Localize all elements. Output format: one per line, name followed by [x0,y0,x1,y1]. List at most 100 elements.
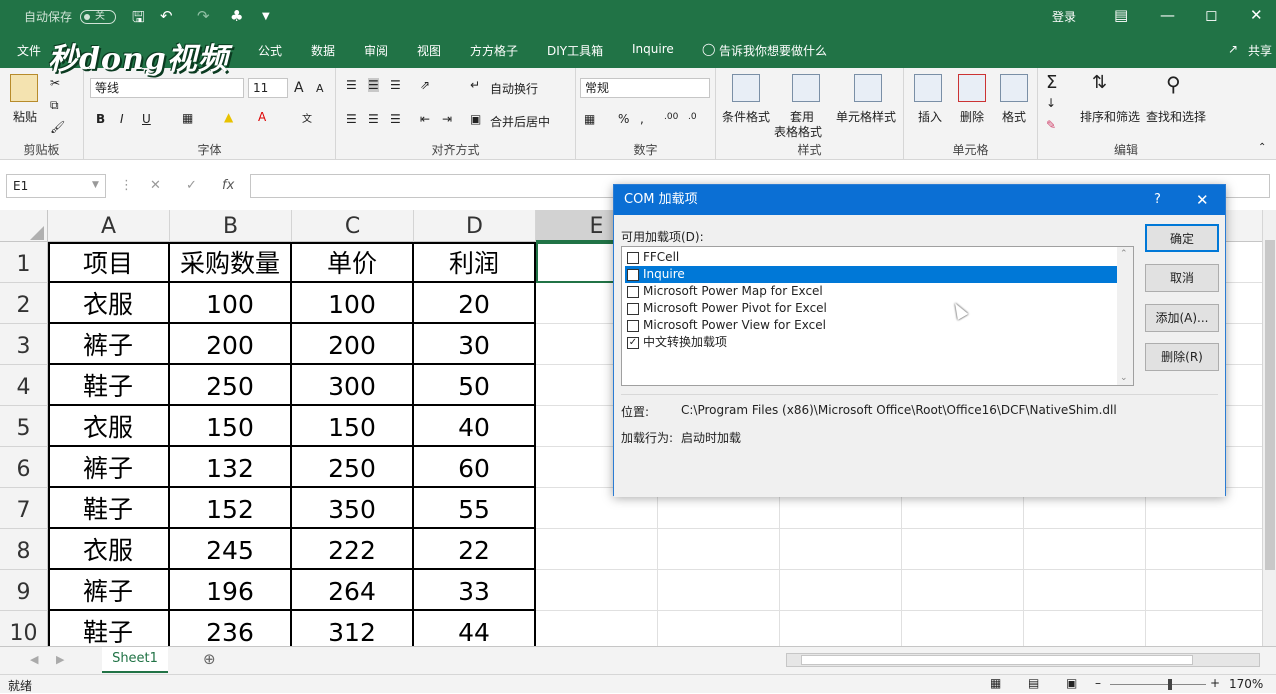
vertical-scrollbar[interactable] [1262,210,1276,646]
addin-checkbox[interactable] [627,303,639,315]
cell-styles-button[interactable]: 单元格样式 [836,108,896,125]
list-scrollbar[interactable]: ⌃ ⌄ [1117,247,1133,385]
collapse-ribbon-icon[interactable]: ⌃ [1258,142,1266,153]
insert-icon[interactable] [914,74,942,102]
underline-button[interactable]: U [142,112,151,126]
table-cell[interactable]: 22 [414,529,536,570]
table-cell[interactable]: 245 [170,529,292,570]
shrink-font-button[interactable]: A [316,82,324,95]
ok-button[interactable]: 确定 [1145,224,1219,252]
tab-inquire[interactable]: Inquire [632,42,674,56]
table-cell[interactable]: 200 [170,324,292,365]
addins-list[interactable]: ⌃ ⌄ FFCell Inquire Microsoft Power Map for… [621,246,1134,386]
cell[interactable] [780,611,902,646]
insert-button[interactable]: 插入 [918,108,942,125]
table-header-cell[interactable]: 利润 [414,242,536,283]
cell[interactable] [902,611,1024,646]
horizontal-scrollbar[interactable] [786,653,1260,667]
row-header-6[interactable]: 6 [0,447,48,488]
row-header-2[interactable]: 2 [0,283,48,324]
cell[interactable] [1146,611,1262,646]
table-cell[interactable]: 222 [292,529,414,570]
cell[interactable] [658,570,780,611]
table-cell[interactable]: 50 [414,365,536,406]
column-header-d[interactable]: D [414,210,536,242]
table-cell[interactable]: 33 [414,570,536,611]
page-layout-icon[interactable]: ▤ [1028,676,1039,690]
select-all-corner[interactable] [0,210,48,242]
tab-review[interactable]: 审阅 [364,42,388,59]
align-left-icon[interactable]: ☰ [346,112,357,126]
delete-icon[interactable] [958,74,986,102]
share-button[interactable]: 共享 [1248,42,1272,59]
redo-icon[interactable]: ↷ [197,7,210,25]
table-format-icon[interactable] [792,74,820,102]
sort-filter-icon[interactable]: ⇅ [1092,72,1107,93]
column-header-b[interactable]: B [170,210,292,242]
addin-item[interactable]: FFCell [625,249,1117,266]
customize-qat-icon[interactable]: ▼ [262,11,270,22]
zoom-in-icon[interactable]: + [1210,676,1220,690]
paste-icon[interactable] [10,74,38,102]
format-icon[interactable] [1000,74,1028,102]
table-cell[interactable]: 150 [170,406,292,447]
table-cell[interactable]: 196 [170,570,292,611]
tab-fangfangegezi[interactable]: 方方格子 [470,42,518,59]
cell[interactable] [902,570,1024,611]
column-header-a[interactable]: A [48,210,170,242]
table-cell[interactable]: 350 [292,488,414,529]
fill-color-icon[interactable]: ▲ [224,110,233,124]
number-format-select[interactable]: 常规 [580,78,710,98]
list-scroll-up-icon[interactable]: ⌃ [1120,249,1128,259]
table-cell[interactable]: 250 [292,447,414,488]
currency-icon[interactable]: ▦ [584,112,595,126]
addin-checkbox[interactable] [627,286,639,298]
next-sheet-icon[interactable]: ▶ [56,653,64,666]
table-cell[interactable]: 鞋子 [48,488,170,529]
table-cell[interactable]: 132 [170,447,292,488]
row-header-4[interactable]: 4 [0,365,48,406]
font-color-icon[interactable]: A [258,110,266,124]
tab-diy-toolbox[interactable]: DIY工具箱 [547,42,603,59]
table-cell[interactable]: 250 [170,365,292,406]
row-header-10[interactable]: 10 [0,611,48,646]
font-size-select[interactable]: 11 [248,78,288,98]
decrease-decimal-icon[interactable]: .0 [688,112,697,122]
name-box[interactable]: E1 [6,174,106,198]
table-cell[interactable]: 裤子 [48,447,170,488]
cell[interactable] [1146,570,1262,611]
zoom-out-icon[interactable]: – [1095,676,1101,690]
comma-icon[interactable]: , [640,112,644,126]
cell[interactable] [658,611,780,646]
grow-font-button[interactable]: A [294,80,304,96]
table-cell[interactable]: 100 [170,283,292,324]
table-cell[interactable]: 312 [292,611,414,646]
copy-icon[interactable]: ⧉ [50,98,59,113]
table-cell[interactable]: 152 [170,488,292,529]
cut-icon[interactable]: ✂ [50,76,60,90]
paste-button[interactable]: 粘贴 [13,108,37,125]
tab-view[interactable]: 视图 [417,42,441,59]
merge-center-button[interactable]: 合并后居中 [490,113,550,130]
clear-icon[interactable]: ✎ [1046,118,1056,132]
table-header-cell[interactable]: 单价 [292,242,414,283]
orientation-icon[interactable]: ⇗ [420,78,430,92]
table-cell[interactable]: 40 [414,406,536,447]
decrease-indent-icon[interactable]: ⇤ [420,112,430,126]
percent-icon[interactable]: % [618,112,629,126]
autosave-toggle[interactable]: 关 [80,10,116,24]
table-header-cell[interactable]: 项目 [48,242,170,283]
cell[interactable] [536,529,658,570]
conditional-format-button[interactable]: 条件格式 [722,108,770,125]
namebox-dropdown-icon[interactable]: ▼ [92,180,99,190]
borders-icon[interactable]: ▦ [182,111,193,125]
wrap-text-button[interactable]: 自动换行 [490,80,538,97]
phonetic-icon[interactable]: 文 [302,110,312,125]
row-header-3[interactable]: 3 [0,324,48,365]
table-cell[interactable]: 鞋子 [48,611,170,646]
row-header-5[interactable]: 5 [0,406,48,447]
zoom-slider[interactable] [1110,679,1206,690]
cell[interactable] [658,529,780,570]
addin-item[interactable]: Microsoft Power Map for Excel [625,283,1117,300]
autosum-icon[interactable]: Σ [1046,72,1057,93]
